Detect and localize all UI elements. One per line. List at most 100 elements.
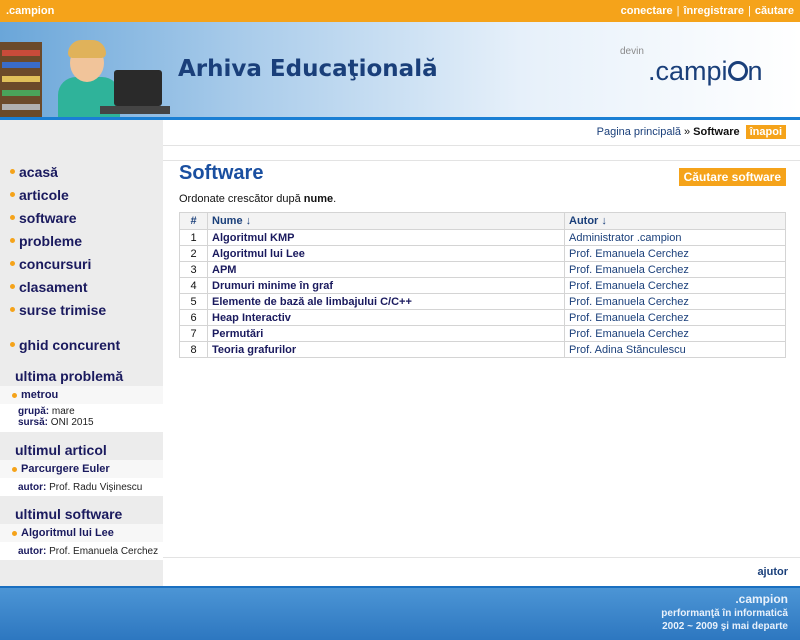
bullet-icon [10,238,15,243]
sort-field: nume [303,193,334,205]
divider [163,160,800,161]
nav-item-ranking[interactable]: clasament [0,275,163,298]
register-link[interactable]: înregistrare [683,5,744,17]
column-header-author[interactable]: Autor ↓ [564,212,786,230]
back-button[interactable]: înapoi [745,125,786,139]
nav-label: ghid concurent [19,336,121,353]
sort-info: Ordonate crescător după nume. [179,193,336,205]
search-software-button[interactable]: Căutare software [678,168,786,186]
software-name-link[interactable]: Algoritmul KMP [207,229,565,246]
last-article-link[interactable]: Parcurgere Euler [0,460,163,478]
bullet-icon [10,284,15,289]
table-row: 2 Algoritmul lui Lee Prof. Emanuela Cerc… [179,245,786,262]
author-link[interactable]: Prof. Emanuela Cerchez [564,277,786,294]
bullet-icon [10,169,15,174]
nav-label: articole [19,186,69,203]
last-problem-title: metrou [21,389,59,401]
nav-item-software[interactable]: software [0,206,163,229]
author-link[interactable]: Administrator .campion [564,229,786,246]
bullet-icon [12,392,17,398]
nav-label: software [19,209,77,226]
last-software-title: Algoritmul lui Lee [21,527,114,539]
account-links: conectare | înregistrare | căutare [621,5,794,17]
column-header-number: # [179,212,208,230]
brand-tagline: devin [620,46,644,57]
table-row: 4 Drumuri minime în graf Prof. Emanuela … [179,277,786,294]
author-value: Prof. Radu Vişinescu [49,481,143,493]
table-row: 7 Permutări Prof. Emanuela Cerchez [179,325,786,342]
author-link[interactable]: Prof. Adina Stănculescu [564,341,786,358]
table-row: 8 Teoria grafurilor Prof. Adina Stăncule… [179,341,786,358]
row-number: 7 [179,325,208,342]
software-name-link[interactable]: Elemente de bază ale limbajului C/C++ [207,293,565,310]
divider [163,145,800,146]
table-row: 1 Algoritmul KMP Administrator .campion [179,229,786,246]
bookshelf-image [0,42,42,120]
author-link[interactable]: Prof. Emanuela Cerchez [564,293,786,310]
last-problem-link[interactable]: metrou [0,386,163,404]
site-title: Arhiva Educaţională [178,56,438,82]
bullet-icon [10,342,15,347]
last-article-title: Parcurgere Euler [21,463,110,475]
author-link[interactable]: Prof. Emanuela Cerchez [564,325,786,342]
login-link[interactable]: conectare [621,5,673,17]
table-header-row: # Nume ↓ Autor ↓ [179,212,786,230]
bullet-icon [12,466,17,472]
logo-text-end: n [747,56,763,86]
nav-label: concursuri [19,255,92,272]
author-link[interactable]: Prof. Emanuela Cerchez [564,309,786,326]
breadcrumb-home[interactable]: Pagina principală [597,126,681,138]
software-name-link[interactable]: Permutări [207,325,565,342]
page-title: Software [179,162,264,184]
sort-prefix: Ordonate crescător după [179,193,301,205]
site-link[interactable]: .campion [6,5,54,17]
footer-tagline: performanţă în informatică [661,608,788,619]
sort-by-name-link[interactable]: Nume ↓ [212,215,251,227]
nav-item-articles[interactable]: articole [0,183,163,206]
author-link[interactable]: Prof. Emanuela Cerchez [564,245,786,262]
source-value: ONI 2015 [50,417,94,428]
table-row: 3 APM Prof. Emanuela Cerchez [179,261,786,278]
row-number: 3 [179,261,208,278]
column-header-name[interactable]: Nume ↓ [207,212,565,230]
sort-suffix: . [333,193,337,205]
breadcrumb-separator: » [684,126,691,138]
last-problem-heading: ultima problemă [15,368,124,384]
sort-by-author-link[interactable]: Autor ↓ [569,215,607,227]
bullet-icon [10,192,15,197]
bullet-icon [12,530,17,536]
campion-logo[interactable]: .campi n [648,56,763,87]
header-banner: Arhiva Educaţională devin .campi n [0,22,800,120]
author-link[interactable]: Prof. Emanuela Cerchez [564,261,786,278]
main-nav: acasă articole software probleme concurs… [0,160,163,356]
nav-item-contests[interactable]: concursuri [0,252,163,275]
nav-label: surse trimise [19,301,107,318]
nav-item-home[interactable]: acasă [0,160,163,183]
search-link[interactable]: căutare [755,5,794,17]
last-problem-details: grupă: mare sursă: ONI 2015 [0,404,163,432]
last-software-heading: ultimul software [15,506,123,522]
author-label: autor: [18,481,47,493]
bullet-icon [10,215,15,220]
row-number: 2 [179,245,208,262]
footer-years: 2002 ~ 2009 şi mai departe [662,621,788,632]
nav-item-guide[interactable]: ghid concurent [0,333,163,356]
software-name-link[interactable]: Drumuri minime în graf [207,277,565,294]
software-name-link[interactable]: Teoria grafurilor [207,341,565,358]
author-value: Prof. Emanuela Cerchez [49,545,159,557]
software-name-link[interactable]: APM [207,261,565,278]
group-value: mare [51,406,75,417]
row-number: 8 [179,341,208,358]
nav-item-submissions[interactable]: surse trimise [0,298,163,321]
divider [163,557,800,558]
separator: | [748,5,751,17]
row-number: 1 [179,229,208,246]
row-number: 5 [179,293,208,310]
nav-item-problems[interactable]: probleme [0,229,163,252]
software-name-link[interactable]: Heap Interactiv [207,309,565,326]
separator: | [676,5,680,17]
last-software-link[interactable]: Algoritmul lui Lee [0,524,163,542]
software-name-link[interactable]: Algoritmul lui Lee [207,245,565,262]
source-label: sursă: [18,417,49,428]
help-link[interactable]: ajutor [757,566,788,578]
